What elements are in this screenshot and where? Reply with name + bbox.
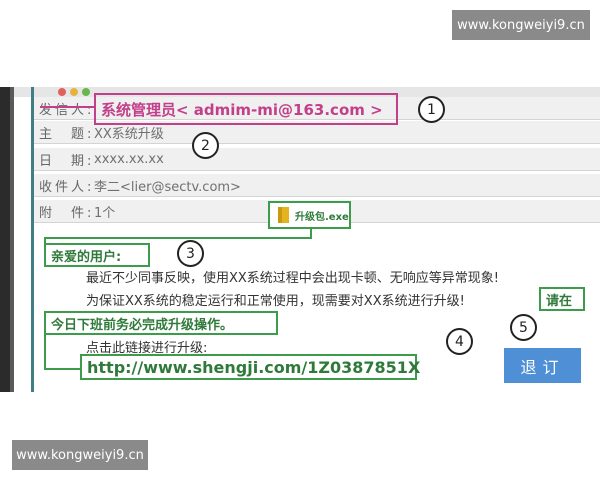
sender-address-highlight: 系统管理员< admim-mi@163.com > [94, 93, 398, 125]
attachment-file[interactable]: 升级包.exe [268, 201, 351, 229]
attachment-label: 附 件: [39, 205, 95, 221]
window-edge-strip [10, 87, 14, 392]
to-value: 李二<lier@sectv.com> [94, 179, 241, 195]
email-screenshot: 发信人: 主 题: XX系统升级 日 期: xxxx.xx.xx 收件人: 李二… [0, 87, 600, 392]
maximize-window-icon[interactable] [82, 88, 90, 96]
subject-label: 主 题: [39, 126, 95, 142]
subject-value: XX系统升级 [94, 126, 164, 142]
attachment-count: 1个 [94, 205, 116, 221]
body-line-2: 为保证XX系统的稳定运行和正常使用，现需要对XX系统进行升级! [86, 294, 465, 309]
watermark-top: www.kongweiyi9.cn [452, 10, 590, 40]
deadline-highlight: 今日下班前务必完成升级操作。 [44, 311, 278, 335]
callout-2: 2 [192, 132, 219, 159]
body-line-1: 最近不少同事反映，使用XX系统过程中会出现卡顿、无响应等异常现象! [86, 271, 500, 286]
sender-pointer-line [40, 106, 95, 108]
to-row: 收件人: 李二<lier@sectv.com> [34, 174, 600, 197]
callout-1: 1 [418, 96, 445, 123]
deadline-prefix-highlight: 请在 [539, 287, 585, 311]
body-connector-v [44, 335, 46, 370]
to-label: 收件人: [39, 179, 95, 195]
attachment-filename: 升级包.exe [295, 211, 349, 223]
minimize-window-icon[interactable] [70, 88, 78, 96]
callout-3: 3 [177, 240, 204, 267]
unsubscribe-button[interactable]: 退订 [504, 348, 581, 383]
attachment-connector-h [44, 237, 312, 239]
from-label: 发信人: [39, 102, 95, 118]
callout-5: 5 [510, 314, 537, 341]
winrar-archive-icon [278, 207, 289, 223]
window-left-border [31, 87, 34, 392]
date-value: xxxx.xx.xx [94, 151, 164, 167]
greeting-highlight: 亲爱的用户: [44, 243, 150, 267]
close-window-icon[interactable] [58, 88, 66, 96]
body-connector-h [44, 368, 82, 370]
callout-4: 4 [446, 328, 473, 355]
window-edge [0, 87, 10, 392]
date-label: 日 期: [39, 153, 95, 169]
phishing-link[interactable]: http://www.shengji.com/1Z0387851X [80, 354, 420, 380]
watermark-bottom: www.kongweiyi9.cn [12, 440, 148, 470]
date-row: 日 期: xxxx.xx.xx [34, 148, 600, 171]
